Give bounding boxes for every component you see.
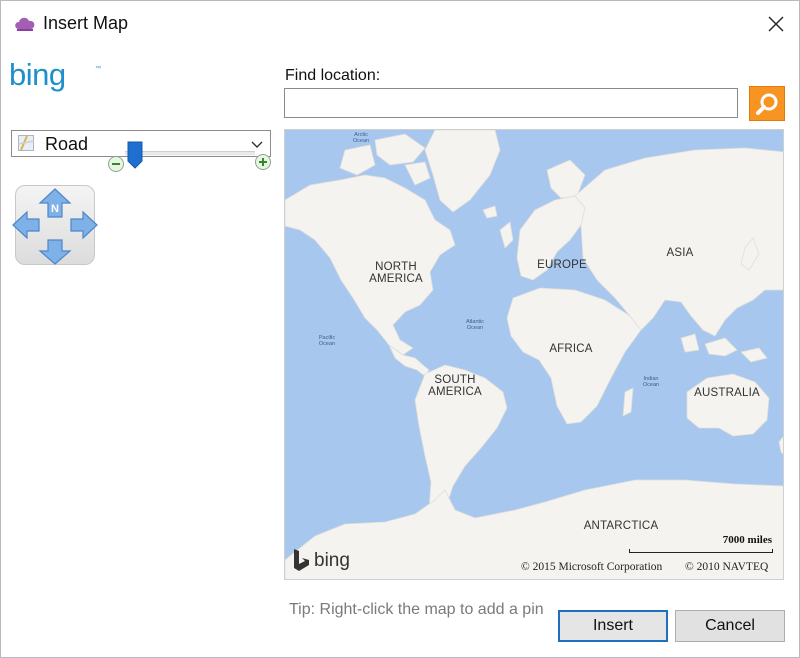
road-map-icon bbox=[18, 135, 34, 151]
zoom-in-icon[interactable] bbox=[254, 153, 272, 171]
left-panel: bing ™ Road N bbox=[1, 47, 279, 647]
label-antarctica: ANTARCTICA bbox=[583, 520, 659, 532]
map-scale-label: 7000 miles bbox=[722, 534, 772, 546]
indian-ocean-label: Indian Ocean bbox=[642, 376, 660, 388]
map-scale-bar bbox=[629, 549, 773, 553]
close-button[interactable] bbox=[753, 1, 799, 47]
bing-logo-text: bing bbox=[9, 59, 66, 92]
search-icon bbox=[756, 93, 778, 115]
map-canvas[interactable]: Arctic Ocean Pacific Ocean Atlantic Ocea… bbox=[284, 129, 784, 580]
map-bing-logo: bing bbox=[294, 549, 350, 571]
title-bar: Insert Map bbox=[1, 1, 799, 47]
onenote-cloud-icon bbox=[13, 13, 37, 33]
map-view-selected: Road bbox=[45, 134, 89, 154]
zoom-out-icon[interactable] bbox=[107, 155, 125, 173]
search-button[interactable] bbox=[749, 86, 785, 121]
pan-east-button[interactable] bbox=[69, 209, 99, 241]
svg-text:™: ™ bbox=[95, 65, 101, 72]
dialog-title: Insert Map bbox=[43, 13, 129, 33]
copyright-navteq: © 2010 NAVTEQ bbox=[685, 561, 769, 573]
insert-button[interactable]: Insert bbox=[558, 610, 668, 642]
pan-north-button[interactable]: N bbox=[37, 187, 73, 219]
atlantic-ocean-label: Atlantic Ocean bbox=[465, 319, 485, 331]
world-landmass bbox=[285, 130, 783, 579]
chevron-down-icon bbox=[251, 141, 263, 148]
arctic-ocean-label: Arctic Ocean bbox=[352, 132, 370, 144]
find-location-input[interactable] bbox=[284, 88, 738, 118]
map-bing-logo-text: bing bbox=[314, 550, 350, 571]
pan-control: N bbox=[12, 185, 98, 265]
label-europe: EUROPE bbox=[537, 259, 587, 271]
pan-west-button[interactable] bbox=[11, 209, 41, 241]
insert-map-dialog: Insert Map bing ™ Road N Find location: … bbox=[0, 0, 800, 658]
label-south-america: SOUTH AMERICA bbox=[428, 374, 482, 398]
tip-text: Tip: Right-click the map to add a pin bbox=[289, 601, 544, 618]
pacific-ocean-label: Pacific Ocean bbox=[318, 335, 336, 347]
label-asia: ASIA bbox=[666, 247, 694, 259]
label-australia: AUSTRALIA bbox=[694, 387, 760, 399]
zoom-slider-thumb[interactable] bbox=[127, 141, 143, 169]
north-label: N bbox=[51, 203, 59, 215]
bing-logo: bing ™ bbox=[9, 59, 101, 92]
cancel-button[interactable]: Cancel bbox=[675, 610, 785, 642]
label-africa: AFRICA bbox=[549, 343, 593, 355]
label-north-america: NORTH AMERICA bbox=[369, 261, 423, 285]
zoom-slider-track[interactable] bbox=[125, 151, 255, 156]
find-location-label: Find location: bbox=[285, 67, 381, 84]
close-icon bbox=[768, 16, 784, 32]
copyright-microsoft: © 2015 Microsoft Corporation bbox=[521, 561, 663, 573]
pan-south-button[interactable] bbox=[37, 239, 73, 265]
